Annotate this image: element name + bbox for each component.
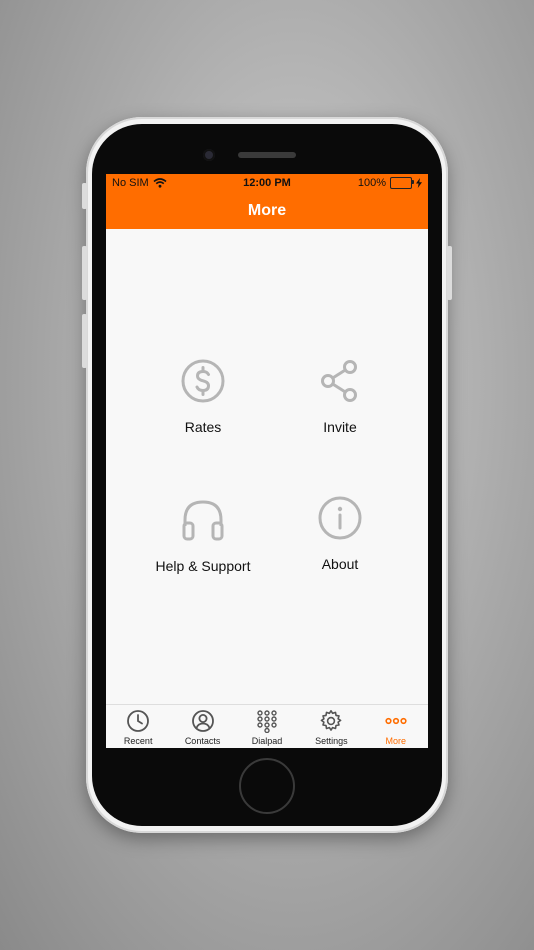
tab-settings-label: Settings: [315, 736, 348, 746]
status-bar: No SIM 12:00 PM 100%: [106, 174, 428, 192]
tab-contacts[interactable]: Contacts: [171, 705, 235, 746]
tab-more-label: More: [385, 736, 406, 746]
rates-label: Rates: [184, 419, 222, 435]
app-screen: No SIM 12:00 PM 100% More Rates Invite H…: [106, 174, 428, 748]
rates-tile[interactable]: Rates: [133, 357, 273, 435]
help-support-tile[interactable]: Help & Support: [133, 496, 273, 574]
info-circle-icon: [318, 496, 362, 540]
dollar-circle-icon: [181, 359, 225, 403]
nav-bar: More: [106, 192, 428, 229]
about-tile[interactable]: About: [270, 494, 410, 572]
tab-settings[interactable]: Settings: [299, 705, 363, 746]
invite-tile[interactable]: Invite: [270, 357, 410, 435]
tab-recent-label: Recent: [123, 736, 153, 746]
page-title: More: [247, 201, 287, 219]
help-support-label: Help & Support: [155, 558, 251, 574]
about-label: About: [321, 556, 359, 572]
tab-contacts-label: Contacts: [184, 736, 221, 746]
tab-dialpad-label: Dialpad: [251, 736, 283, 746]
battery-icon: [390, 177, 414, 189]
headphones-icon: [182, 500, 224, 541]
invite-label: Invite: [323, 419, 357, 435]
front-camera: [203, 149, 215, 161]
tab-recent[interactable]: Recent: [106, 705, 170, 746]
tab-dialpad[interactable]: Dialpad: [235, 705, 299, 746]
contact-icon: [191, 710, 214, 732]
earpiece-speaker: [238, 152, 296, 158]
volume-down-button: [82, 314, 87, 368]
dialpad-icon: [257, 710, 277, 733]
status-time: 12:00 PM: [243, 177, 291, 189]
volume-up-button: [82, 246, 87, 300]
power-button: [447, 246, 452, 300]
gear-icon: [320, 710, 342, 731]
tab-bar: Recent Contacts Dialpad Settings More: [106, 704, 428, 748]
clock-icon: [127, 710, 150, 732]
more-dots-icon: [385, 717, 407, 725]
more-options-grid: Rates Invite Help & Support About: [106, 229, 428, 704]
share-icon: [321, 360, 357, 402]
mute-switch: [82, 183, 87, 209]
home-button[interactable]: [239, 758, 295, 814]
tab-more[interactable]: More: [364, 705, 428, 746]
